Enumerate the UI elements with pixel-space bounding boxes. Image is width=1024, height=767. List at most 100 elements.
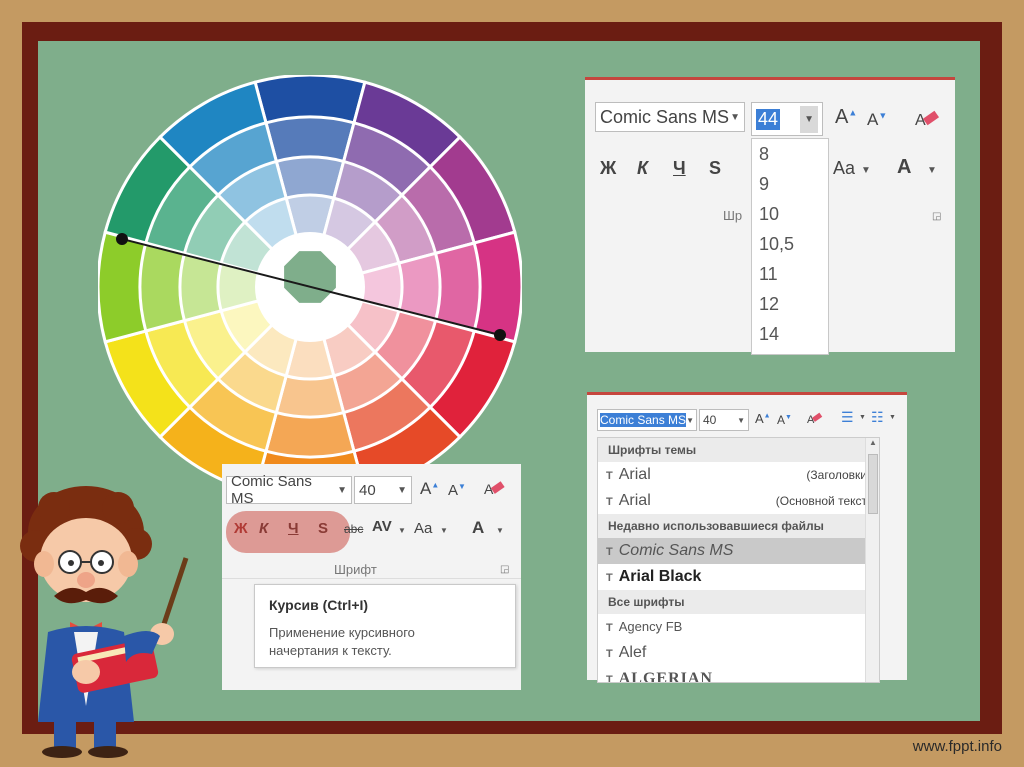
numbering-icon[interactable]: ☷ — [871, 409, 884, 426]
section-header: Недавно использовавшиеся файлы — [598, 514, 879, 538]
size-option[interactable]: 8 — [752, 139, 828, 169]
font-note: (Основной текст) — [775, 494, 871, 508]
tooltip-title: Курсив (Ctrl+I) — [269, 597, 369, 613]
font-size-combo[interactable]: 40 ▼ — [699, 409, 749, 431]
grow-font-button[interactable]: A▲ — [420, 479, 439, 499]
complementary-dot — [116, 233, 128, 245]
bold-button[interactable]: Ж — [234, 520, 248, 537]
font-name: Agency FB — [618, 619, 683, 634]
font-size-panel: Comic Sans MS ▼ 44 ▼ A▲ A▼ A Ж К Ч S Aa … — [585, 77, 955, 355]
list-item[interactable]: T Arial (Основной текст) — [598, 488, 879, 514]
list-item[interactable]: T Comic Sans MS — [598, 538, 879, 564]
font-name-combo[interactable]: Comic Sans MS ▼ — [595, 102, 745, 132]
shadow-button[interactable]: S — [318, 520, 328, 537]
font-list-panel: Comic Sans MS ▼ 40 ▼ A▲ A▼ A ☰ ▼ ☷ ▼ Шри… — [587, 392, 907, 683]
scrollbar-thumb[interactable] — [868, 454, 878, 514]
character-spacing-button[interactable]: AV — [372, 518, 392, 535]
font-color-button[interactable]: A — [897, 156, 911, 179]
font-size-combo[interactable]: 44 ▼ — [751, 102, 823, 136]
chevron-down-icon[interactable]: ▼ — [889, 414, 896, 421]
shrink-font-button[interactable]: A▼ — [777, 413, 792, 427]
font-name: Arial Black — [618, 568, 702, 585]
font-name: Arial — [618, 492, 651, 509]
list-item[interactable]: T ALGERIAN — [598, 666, 879, 683]
chevron-down-icon[interactable]: ▼ — [730, 112, 740, 123]
font-name: ALGERIAN — [618, 670, 713, 683]
list-item[interactable]: T Agency FB — [598, 614, 879, 640]
truetype-icon: T — [606, 648, 613, 660]
truetype-icon: T — [606, 496, 613, 508]
strikethrough-button[interactable]: abc — [344, 522, 363, 536]
size-option[interactable]: 9 — [752, 169, 828, 199]
font-name-value: Comic Sans MS — [231, 473, 312, 507]
size-option[interactable]: 10 — [752, 199, 828, 229]
size-option[interactable]: 10,5 — [752, 229, 828, 259]
bullets-icon[interactable]: ☰ — [841, 409, 854, 426]
underline-button[interactable]: Ч — [673, 158, 686, 179]
shadow-button[interactable]: S — [709, 158, 721, 179]
truetype-icon: T — [606, 572, 613, 584]
dialog-launcher-icon[interactable]: ◲ — [500, 564, 509, 575]
size-option[interactable]: 14 — [752, 319, 828, 349]
font-list: Шрифты темы T Arial (Заголовки) T Arial (Осн… — [597, 437, 880, 683]
shrink-font-button[interactable]: A▼ — [448, 482, 466, 499]
chevron-down-icon[interactable]: ▼ — [861, 165, 871, 176]
eraser-icon[interactable]: A — [807, 410, 825, 428]
font-size-value: 40 — [359, 481, 376, 499]
color-wheel — [98, 75, 522, 499]
font-name-value: Comic Sans MS — [600, 413, 687, 427]
list-item[interactable]: T Arial (Заголовки) — [598, 462, 879, 488]
truetype-icon: T — [606, 674, 613, 683]
font-name-combo[interactable]: Comic Sans MS ▼ — [597, 409, 697, 431]
chevron-down-icon[interactable]: ▼ — [496, 526, 504, 535]
chevron-down-icon[interactable]: ▼ — [398, 526, 406, 535]
chevron-down-icon[interactable]: ▼ — [859, 414, 866, 421]
chevron-down-icon[interactable]: ▼ — [337, 485, 347, 496]
scrollbar[interactable]: ▲ — [865, 438, 879, 682]
font-size-dropdown: 8 9 10 10,5 11 12 14 — [751, 138, 829, 355]
font-size-value: 44 — [756, 108, 780, 130]
section-header: Все шрифты — [598, 590, 879, 614]
font-name: Alef — [618, 644, 647, 661]
italic-button[interactable]: К — [259, 520, 268, 537]
eraser-icon[interactable]: A — [915, 107, 941, 131]
change-case-button[interactable]: Aa — [414, 520, 432, 537]
divider — [222, 578, 521, 579]
group-label: Шрифт — [334, 562, 377, 577]
italic-button[interactable]: К — [637, 158, 648, 179]
chevron-down-icon[interactable]: ▼ — [440, 526, 448, 535]
dialog-launcher-icon[interactable]: ◲ — [932, 211, 941, 222]
chevron-down-icon[interactable]: ▼ — [800, 105, 818, 133]
chevron-down-icon[interactable]: ▼ — [686, 416, 694, 425]
font-name-value: Comic Sans MS — [600, 106, 730, 127]
truetype-icon: T — [606, 546, 613, 558]
truetype-icon: T — [606, 622, 613, 634]
eraser-icon[interactable]: A — [484, 478, 508, 500]
list-item[interactable]: T Arial Black — [598, 564, 879, 590]
chevron-down-icon[interactable]: ▼ — [397, 485, 407, 496]
chevron-down-icon[interactable]: ▼ — [737, 416, 745, 425]
font-note: (Заголовки) — [806, 468, 871, 482]
italic-tooltip-panel: Comic Sans MS ▼ 40 ▼ A▲ A▼ A Ж К Ч S abc… — [222, 464, 521, 690]
font-size-combo[interactable]: 40 ▼ — [354, 476, 412, 504]
underline-button[interactable]: Ч — [288, 520, 299, 537]
change-case-button[interactable]: Aa — [833, 158, 855, 179]
grow-font-button[interactable]: A▲ — [835, 106, 857, 129]
size-option[interactable]: 11 — [752, 259, 828, 289]
scroll-up-icon[interactable]: ▲ — [869, 438, 877, 447]
truetype-icon: T — [606, 470, 613, 482]
chevron-down-icon[interactable]: ▼ — [927, 165, 937, 176]
bold-button[interactable]: Ж — [600, 158, 616, 179]
professor-illustration — [20, 486, 189, 758]
wheel-hole — [284, 251, 336, 303]
font-name: Arial — [618, 466, 651, 483]
font-name-combo[interactable]: Comic Sans MS ▼ — [226, 473, 352, 507]
complementary-dot — [494, 329, 506, 341]
list-item[interactable]: T Alef — [598, 640, 879, 666]
size-option[interactable]: 12 — [752, 289, 828, 319]
tooltip-text: Применение курсивного — [269, 625, 415, 640]
grow-font-button[interactable]: A▲ — [755, 411, 771, 426]
shrink-font-button[interactable]: A▼ — [867, 110, 887, 130]
font-color-button[interactable]: A — [472, 518, 484, 538]
font-name: Comic Sans MS — [618, 542, 734, 559]
